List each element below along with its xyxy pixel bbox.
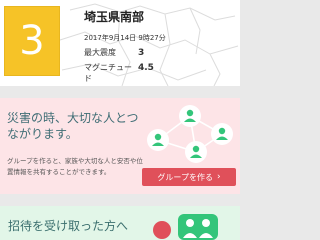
- people-network-icon: [147, 105, 233, 163]
- max-intensity-value: 3: [138, 48, 145, 58]
- quake-time: 2017年9月14日 9時27分: [84, 34, 166, 42]
- invite-title: 招待を受け取った方へ: [8, 219, 129, 233]
- invite-card[interactable]: 招待を受け取った方へ: [0, 206, 240, 240]
- promo-description: グループを作ると、家族や大切な人と安否や位置情報を共有することができます。: [7, 157, 143, 176]
- promo-title: 災害の時、大切な人とつながります。: [7, 111, 139, 141]
- quake-info: 埼玉県南部 2017年9月14日 9時27分 最大震度 3 マグニチュード 4.…: [84, 8, 166, 84]
- max-intensity-label: 最大震度: [84, 48, 116, 57]
- magnitude-value: 4.5: [138, 63, 154, 73]
- create-group-button-label: グループを作る: [157, 172, 213, 182]
- group-people-icon: [153, 214, 218, 240]
- magnitude-label: マグニチュード: [84, 63, 132, 83]
- max-intensity-row: 最大震度 3: [84, 47, 166, 58]
- quake-region: 埼玉県南部: [84, 10, 145, 24]
- magnitude-row: マグニチュード 4.5: [84, 62, 166, 84]
- create-group-button[interactable]: グループを作る ›: [142, 168, 236, 186]
- intensity-value: 3: [19, 18, 45, 64]
- chevron-right-icon: ›: [216, 172, 221, 182]
- intensity-badge: 3: [4, 6, 60, 76]
- earthquake-card[interactable]: 3 埼玉県南部 2017年9月14日 9時27分 最大震度 3 マグニチュード …: [0, 0, 240, 86]
- group-promo-card: 災害の時、大切な人とつながります。 グループを作ると、家族や大切な人と安否や位置…: [0, 98, 240, 194]
